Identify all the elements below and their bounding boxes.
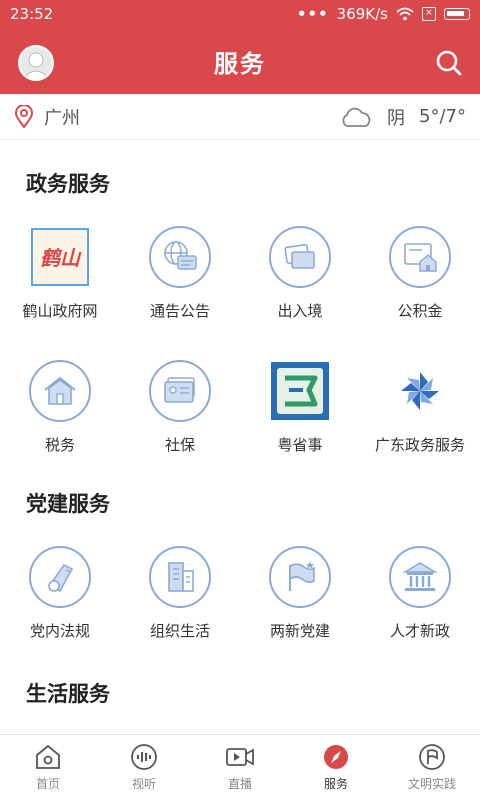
social-security-card-icon bbox=[149, 360, 211, 422]
tab-service[interactable]: 服务 bbox=[288, 735, 384, 800]
search-icon[interactable] bbox=[434, 48, 464, 78]
tile-label: 鹤山政府网 bbox=[22, 302, 98, 320]
home-icon bbox=[36, 744, 60, 769]
tile-tax[interactable]: 税务 bbox=[0, 360, 120, 455]
audio-icon bbox=[131, 744, 157, 770]
tile-exit-entry[interactable]: 出入境 bbox=[240, 226, 360, 321]
tile-two-new-party[interactable]: 两新党建 bbox=[240, 546, 360, 641]
location-pin-icon[interactable] bbox=[14, 104, 34, 129]
tab-label: 文明实践 bbox=[407, 777, 456, 791]
tile-notice[interactable]: 通告公告 bbox=[120, 226, 240, 321]
weather-text: 阴 bbox=[387, 107, 406, 129]
tile-org-life[interactable]: 组织生活 bbox=[120, 546, 240, 641]
battery-icon bbox=[444, 8, 470, 20]
tile-label: 税务 bbox=[44, 436, 75, 454]
tile-heshan-gov[interactable]: 鹤山 鹤山政府网 bbox=[0, 226, 120, 321]
tile-guangdong-gov[interactable]: 广东政务服务 bbox=[360, 360, 480, 455]
bottom-tab-bar: 首页 视听 直播 服务 文明实践 bbox=[0, 734, 480, 800]
tile-party-regulations[interactable]: 党内法规 bbox=[0, 546, 120, 641]
flag-circle-icon bbox=[419, 744, 445, 770]
tab-label: 服务 bbox=[323, 777, 348, 791]
tile-label: 人才新政 bbox=[389, 622, 450, 640]
tab-live[interactable]: 直播 bbox=[192, 735, 288, 800]
tax-house-icon bbox=[29, 360, 91, 422]
heshan-logo-icon: 鹤山 bbox=[29, 226, 91, 288]
cloud-icon bbox=[342, 107, 371, 127]
temperature: 5°/7° bbox=[419, 106, 466, 127]
location-bar: 广州 阴 5°/7° bbox=[0, 94, 480, 140]
tile-label: 通告公告 bbox=[149, 302, 210, 320]
building-icon bbox=[149, 546, 211, 608]
video-icon bbox=[226, 748, 254, 766]
guangdong-gov-logo-icon bbox=[389, 360, 451, 422]
service-content: 政务服务 鹤山 鹤山政府网 通告公告 出入境 公积金 税务 社保 粤省事 广东政… bbox=[0, 140, 480, 734]
tile-label: 党内法规 bbox=[29, 622, 90, 640]
tile-label: 粤省事 bbox=[277, 436, 323, 454]
user-avatar-icon bbox=[20, 47, 52, 79]
flag-icon bbox=[269, 546, 331, 608]
tile-label: 社保 bbox=[164, 436, 195, 454]
housing-fund-icon bbox=[389, 226, 451, 288]
net-speed: 369K/s bbox=[336, 5, 388, 23]
tile-label: 出入境 bbox=[277, 302, 323, 320]
tile-label: 广东政务服务 bbox=[374, 436, 465, 454]
institution-icon bbox=[389, 546, 451, 608]
tab-label: 视听 bbox=[131, 777, 156, 791]
yueshengshi-logo-icon bbox=[269, 360, 331, 422]
tab-home[interactable]: 首页 bbox=[0, 735, 96, 800]
section-title-party: 党建服务 bbox=[26, 492, 110, 516]
whistle-icon bbox=[29, 546, 91, 608]
passport-icon bbox=[269, 226, 331, 288]
tile-label: 公积金 bbox=[397, 302, 443, 320]
status-bar: 23:52 ••• 369K/s × bbox=[0, 0, 480, 28]
tab-label: 直播 bbox=[227, 777, 252, 791]
avatar[interactable] bbox=[18, 45, 54, 81]
wifi-icon bbox=[396, 7, 414, 21]
tile-social-security[interactable]: 社保 bbox=[120, 360, 240, 455]
tab-audio-video[interactable]: 视听 bbox=[96, 735, 192, 800]
tile-label: 组织生活 bbox=[149, 622, 210, 640]
city-name[interactable]: 广州 bbox=[44, 104, 339, 130]
notice-icon bbox=[149, 226, 211, 288]
compass-icon bbox=[324, 745, 348, 769]
tile-housing-fund[interactable]: 公积金 bbox=[360, 226, 480, 321]
more-dots-icon: ••• bbox=[296, 5, 329, 23]
tile-talent-policy[interactable]: 人才新政 bbox=[360, 546, 480, 641]
page-title: 服务 bbox=[214, 49, 266, 78]
tab-civilization[interactable]: 文明实践 bbox=[384, 735, 480, 800]
sim-icon: × bbox=[422, 7, 436, 21]
status-time: 23:52 bbox=[10, 5, 54, 23]
heshan-logo-text: 鹤山 bbox=[40, 246, 82, 270]
tile-label: 两新党建 bbox=[269, 622, 330, 640]
app-header: 服务 bbox=[0, 28, 480, 94]
tile-yueshengshi[interactable]: 粤省事 bbox=[240, 360, 360, 455]
section-title-gov: 政务服务 bbox=[26, 172, 110, 196]
tab-label: 首页 bbox=[35, 777, 60, 791]
section-title-life: 生活服务 bbox=[26, 682, 110, 706]
